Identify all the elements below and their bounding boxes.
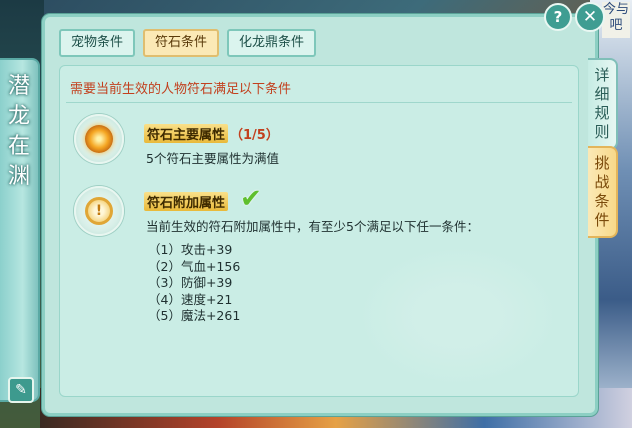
conditions-content: 需要当前生效的人物符石满足以下条件 符石主要属性 （1/5） 5个符石主要属性为… bbox=[59, 65, 579, 397]
main-attr-description: 5个符石主要属性为满值 bbox=[146, 151, 279, 166]
list-item: （4）速度+21 bbox=[148, 291, 233, 307]
extra-attr-title: 符石附加属性 bbox=[144, 192, 229, 211]
extra-attr-description: 当前生效的符石附加属性中，有至少5个满足以下任一条件： bbox=[146, 219, 479, 234]
list-item: （2）气血+156 bbox=[148, 258, 241, 274]
rune-main-attr-icon bbox=[74, 114, 124, 164]
main-attr-progress: （1/5） bbox=[230, 128, 279, 143]
left-title-banner: 潜龙在渊 ✎ bbox=[0, 58, 40, 403]
tab-challenge-conditions-label: 挑战条件 bbox=[594, 154, 610, 229]
extra-attr-options: （1）攻击+39 （2）气血+156 （3）防御+39 （4）速度+21 （5）… bbox=[148, 242, 240, 325]
main-attr-title: 符石主要属性 bbox=[144, 124, 229, 143]
divider bbox=[66, 102, 572, 103]
tab-pet-conditions[interactable]: 宠物条件 bbox=[59, 29, 136, 57]
lotus-watermark bbox=[358, 246, 558, 386]
checkmark-icon: ✔ bbox=[240, 184, 262, 214]
tab-detailed-rules-label: 详细规则 bbox=[594, 66, 610, 141]
dungeon-title: 潜龙在渊 bbox=[7, 74, 30, 189]
exclamation-icon: ! bbox=[85, 197, 113, 225]
requirement-heading: 需要当前生效的人物符石满足以下条件 bbox=[70, 82, 292, 97]
tab-dragon-cauldron-conditions[interactable]: 化龙鼎条件 bbox=[227, 29, 317, 57]
background-chat-text: 今与吧 bbox=[602, 2, 630, 38]
list-item: （3）防御+39 bbox=[148, 275, 233, 290]
tab-rune-conditions[interactable]: 符石条件 bbox=[143, 29, 220, 57]
conditions-panel: 宠物条件 符石条件 化龙鼎条件 需要当前生效的人物符石满足以下条件 符石主要属性… bbox=[42, 14, 598, 416]
golden-orb-icon bbox=[85, 125, 113, 153]
list-item: （5）魔法+261 bbox=[148, 308, 241, 323]
edit-icon[interactable]: ✎ bbox=[8, 377, 34, 403]
help-button[interactable]: ? bbox=[544, 3, 572, 31]
close-button[interactable]: ✕ bbox=[575, 2, 605, 32]
list-item: （1）攻击+39 bbox=[148, 242, 233, 257]
condition-tabs: 宠物条件 符石条件 化龙鼎条件 bbox=[59, 29, 317, 57]
rune-extra-attr-icon: ! bbox=[74, 186, 124, 236]
tab-challenge-conditions[interactable]: 挑战条件 bbox=[588, 146, 618, 238]
tab-detailed-rules[interactable]: 详细规则 bbox=[588, 58, 618, 150]
